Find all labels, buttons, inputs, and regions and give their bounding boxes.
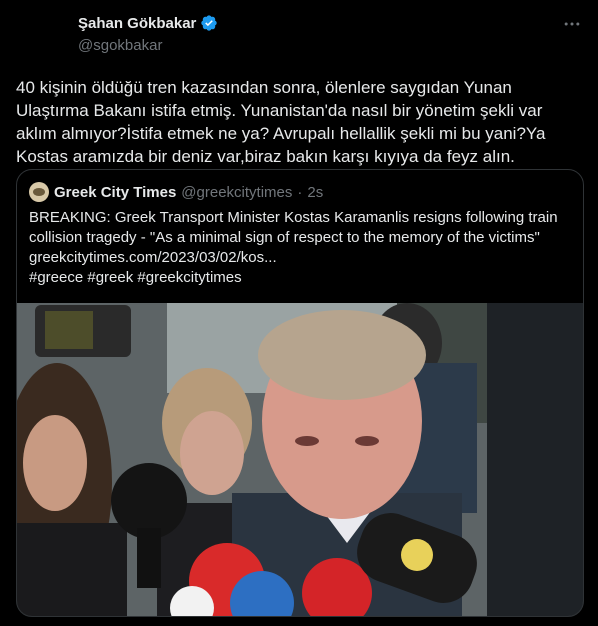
quoted-tweet-header: Greek City Times @greekcitytimes · 2s bbox=[29, 182, 323, 202]
quoted-author-avatar bbox=[29, 182, 49, 202]
quoted-hashtags[interactable]: #greece #greek #greekcitytimes bbox=[29, 268, 574, 288]
more-options-icon[interactable] bbox=[562, 14, 582, 39]
tweet-line: Ulaştırma Bakanı istifa etmiş. Yunanista… bbox=[16, 101, 543, 120]
quoted-author-handle: @greekcitytimes bbox=[181, 183, 293, 201]
press-scrum-photo[interactable] bbox=[17, 303, 583, 616]
author-name[interactable]: Şahan Gökbakar bbox=[78, 15, 196, 32]
quoted-tweet-text: BREAKING: Greek Transport Minister Kosta… bbox=[29, 208, 574, 288]
quoted-link[interactable]: greekcitytimes.com/2023/03/02/kos... bbox=[29, 248, 574, 268]
tweet-text: 40 kişinin öldüğü tren kazasından sonra,… bbox=[16, 76, 582, 168]
quoted-line: collision tragedy - "As a minimal sign o… bbox=[29, 229, 540, 246]
quoted-line: BREAKING: Greek Transport Minister Kosta… bbox=[29, 209, 558, 226]
author-avatar[interactable] bbox=[16, 12, 64, 60]
tweet-line: aklım almıyor?İstifa etmek ne ya? Avrupa… bbox=[16, 124, 546, 143]
tweet-line: 40 kişinin öldüğü tren kazasından sonra,… bbox=[16, 78, 512, 97]
quoted-timestamp: 2s bbox=[307, 183, 324, 201]
quoted-author-name: Greek City Times bbox=[54, 183, 177, 201]
author-name-row: Şahan Gökbakar bbox=[78, 14, 218, 32]
more-horizontal-icon bbox=[564, 22, 580, 26]
quoted-separator: · bbox=[297, 183, 303, 201]
verified-badge-icon bbox=[201, 15, 218, 31]
quoted-tweet-card[interactable]: Greek City Times @greekcitytimes · 2s BR… bbox=[16, 169, 584, 617]
author-handle[interactable]: @sgokbakar bbox=[78, 37, 162, 54]
tweet-line: Kostas aramızda bir deniz var,biraz bakı… bbox=[16, 147, 515, 166]
